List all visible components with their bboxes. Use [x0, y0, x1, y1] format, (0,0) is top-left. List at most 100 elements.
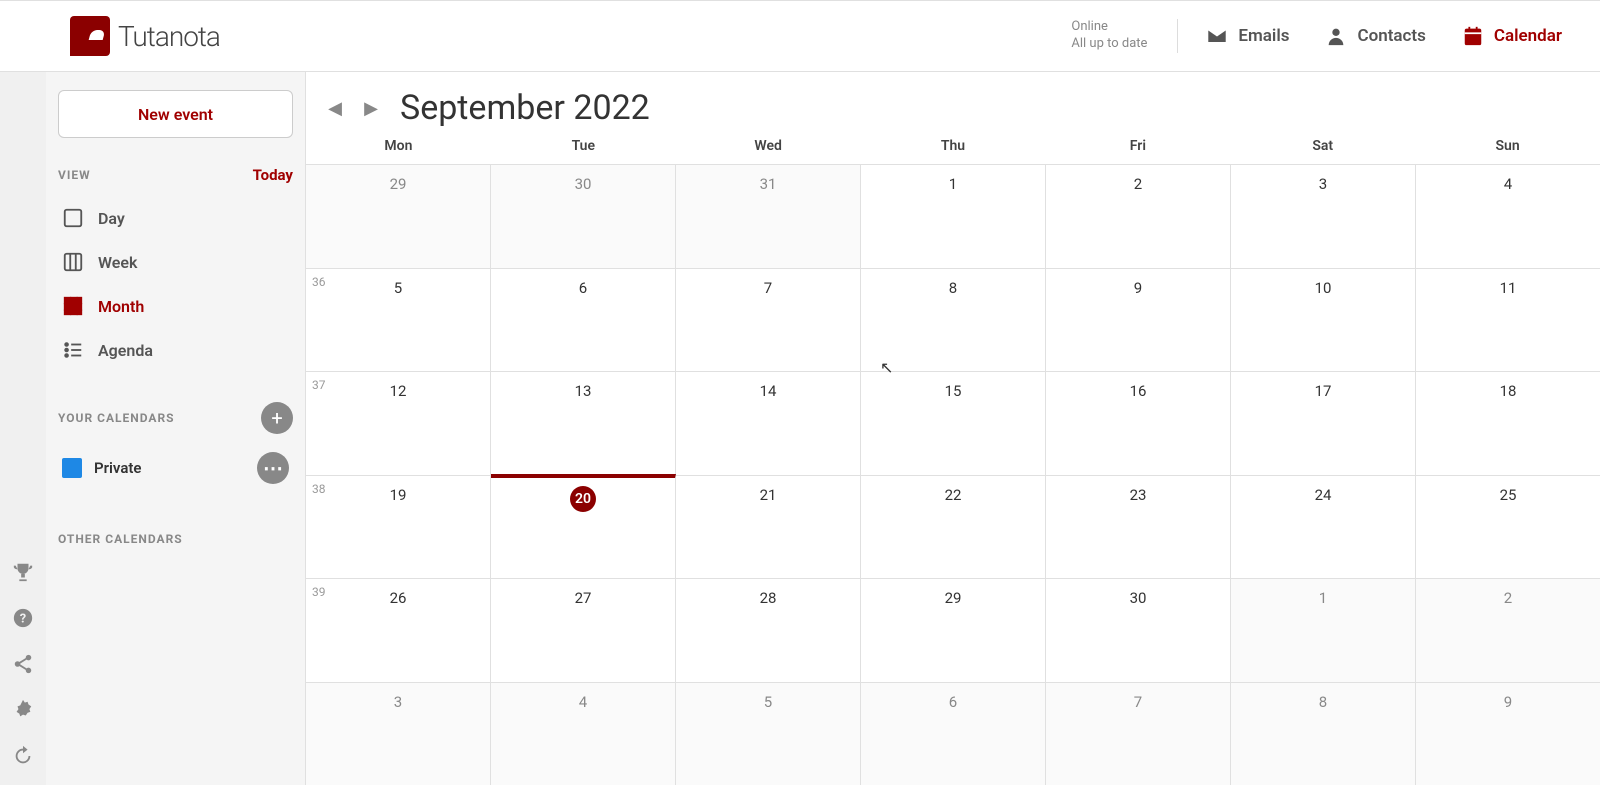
view-week[interactable]: Week [58, 240, 293, 284]
logo-icon [70, 16, 110, 56]
calendar-day-cell[interactable]: 16 [1046, 372, 1231, 475]
logo-text: Tutanota [118, 20, 220, 53]
sync-status: Online All up to date [1071, 19, 1147, 53]
calendar-day-cell[interactable]: 7 [676, 269, 861, 372]
calendar-day-cell[interactable]: 20 [491, 474, 676, 579]
view-day-label: Day [98, 209, 125, 228]
calendar-icon [1462, 25, 1484, 47]
calendar-day-cell[interactable]: 27 [491, 579, 676, 682]
calendar-name: Private [94, 459, 142, 477]
calendar-more-button[interactable]: ⋯ [257, 452, 289, 484]
agenda-icon [62, 339, 84, 361]
calendar-day-cell[interactable]: 17 [1231, 372, 1416, 475]
weekday-label: Thu [861, 128, 1046, 164]
calendar-day-cell[interactable]: 25 [1416, 476, 1600, 579]
app-header: Tutanota Online All up to date Emails Co… [0, 0, 1600, 72]
weekday-header: MonTueWedThuFriSatSun [306, 128, 1600, 164]
calendar-day-cell[interactable]: 1 [1231, 579, 1416, 682]
calendar-day-cell[interactable]: 18 [1416, 372, 1600, 475]
calendar-title: September 2022 [400, 88, 650, 128]
calendar-day-cell[interactable]: 5 [676, 683, 861, 785]
status-sync: All up to date [1071, 36, 1147, 53]
calendar-row: 36567891011 [306, 268, 1600, 372]
month-icon [62, 295, 84, 317]
calendar-day-cell[interactable]: 4 [1416, 165, 1600, 268]
your-calendars-label: YOUR CALENDARS [58, 411, 175, 425]
calendar-day-cell[interactable]: 13 [491, 372, 676, 475]
new-event-button[interactable]: New event [58, 90, 293, 138]
calendar-day-cell[interactable]: 12 [306, 372, 491, 475]
calendar-day-cell[interactable]: 8 [1231, 683, 1416, 785]
calendar-day-cell[interactable]: 5 [306, 269, 491, 372]
weekday-label: Sat [1230, 128, 1415, 164]
view-agenda[interactable]: Agenda [58, 328, 293, 372]
calendar-day-cell[interactable]: 9 [1046, 269, 1231, 372]
settings-icon[interactable] [12, 699, 34, 721]
calendar-day-cell[interactable]: 21 [676, 476, 861, 579]
calendar-main: ◀ ▶ September 2022 MonTueWedThuFriSatSun… [306, 72, 1600, 785]
calendar-day-cell[interactable]: 8 [861, 269, 1046, 372]
svg-text:?: ? [20, 612, 26, 627]
sidebar: New event VIEW Today Day Week Month Agen… [46, 72, 306, 785]
calendar-day-cell[interactable]: 6 [861, 683, 1046, 785]
calendar-day-cell[interactable]: 3 [306, 683, 491, 785]
calendar-day-cell[interactable]: 30 [1046, 579, 1231, 682]
view-agenda-label: Agenda [98, 341, 153, 360]
weekday-label: Mon [306, 128, 491, 164]
calendar-day-cell[interactable]: 9 [1416, 683, 1600, 785]
nav-emails-label: Emails [1238, 26, 1289, 46]
calendar-item-private[interactable]: Private ⋯ [58, 444, 293, 492]
calendar-row: 39262728293012 [306, 578, 1600, 682]
calendar-day-cell[interactable]: 11 [1416, 269, 1600, 372]
other-calendars-label: OTHER CALENDARS [58, 532, 293, 546]
nav-contacts-label: Contacts [1357, 26, 1425, 46]
calendar-day-cell[interactable]: 10 [1231, 269, 1416, 372]
share-icon[interactable] [12, 653, 34, 675]
calendar-day-cell[interactable]: 29 [306, 165, 491, 268]
refresh-icon[interactable] [12, 745, 34, 767]
view-section-label: VIEW [58, 168, 91, 182]
month-grid: 3529303112343656789101137121314151617183… [306, 164, 1600, 785]
calendar-day-cell[interactable]: 1 [861, 165, 1046, 268]
logo[interactable]: Tutanota [70, 16, 220, 56]
nav-contacts[interactable]: Contacts [1307, 25, 1443, 47]
status-online: Online [1071, 19, 1147, 36]
add-calendar-button[interactable]: + [261, 402, 293, 434]
calendar-day-cell[interactable]: 22 [861, 476, 1046, 579]
left-rail: ? [0, 72, 46, 785]
calendar-day-cell[interactable]: 2 [1046, 165, 1231, 268]
today-button[interactable]: Today [253, 166, 293, 184]
separator [1177, 19, 1178, 53]
calendar-day-cell[interactable]: 15 [861, 372, 1046, 475]
calendar-day-cell[interactable]: 19 [306, 476, 491, 579]
view-month-label: Month [98, 297, 144, 316]
calendar-day-cell[interactable]: 31 [676, 165, 861, 268]
calendar-day-cell[interactable]: 6 [491, 269, 676, 372]
envelope-icon [1206, 25, 1228, 47]
help-icon[interactable]: ? [12, 607, 34, 629]
calendar-day-cell[interactable]: 3 [1231, 165, 1416, 268]
nav-emails[interactable]: Emails [1188, 25, 1307, 47]
calendar-day-cell[interactable]: 7 [1046, 683, 1231, 785]
nav-calendar[interactable]: Calendar [1444, 25, 1580, 47]
weekday-label: Fri [1045, 128, 1230, 164]
calendar-day-cell[interactable]: 4 [491, 683, 676, 785]
weekday-label: Wed [676, 128, 861, 164]
weekday-label: Sun [1415, 128, 1600, 164]
calendar-day-cell[interactable]: 26 [306, 579, 491, 682]
today-marker: 20 [570, 486, 596, 512]
calendar-day-cell[interactable]: 2 [1416, 579, 1600, 682]
prev-month-button[interactable]: ◀ [322, 95, 348, 121]
calendar-row: 403456789 [306, 682, 1600, 785]
calendar-day-cell[interactable]: 28 [676, 579, 861, 682]
calendar-day-cell[interactable]: 23 [1046, 476, 1231, 579]
trophy-icon[interactable] [12, 561, 34, 583]
view-month[interactable]: Month [58, 284, 293, 328]
view-day[interactable]: Day [58, 196, 293, 240]
day-icon [62, 207, 84, 229]
next-month-button[interactable]: ▶ [358, 95, 384, 121]
calendar-day-cell[interactable]: 29 [861, 579, 1046, 682]
calendar-day-cell[interactable]: 30 [491, 165, 676, 268]
calendar-day-cell[interactable]: 24 [1231, 476, 1416, 579]
calendar-day-cell[interactable]: 14 [676, 372, 861, 475]
